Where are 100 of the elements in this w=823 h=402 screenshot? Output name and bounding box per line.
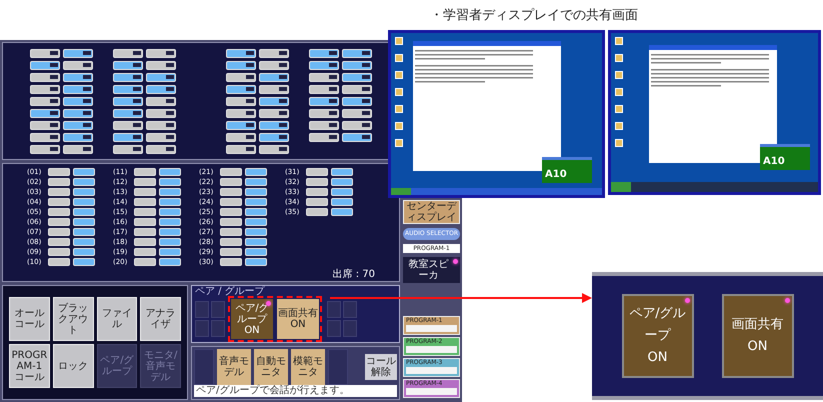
seat-tile[interactable] [63,73,93,82]
seat-tile[interactable] [342,109,372,118]
seat-tile[interactable] [245,258,267,266]
seat-tile[interactable] [331,188,353,196]
seat-tile[interactable] [220,208,242,216]
seat-tile[interactable] [30,85,60,94]
seat-tile[interactable] [245,228,267,236]
seat-tile[interactable] [134,178,156,186]
seat-tile[interactable] [134,228,156,236]
seat-tile[interactable] [63,145,93,154]
control-button[interactable]: ブラックアウト [52,297,94,341]
seat-tile[interactable] [306,168,328,176]
seat-tile[interactable] [113,61,143,70]
seat-tile[interactable] [48,198,70,206]
toggle-button[interactable]: 画面共有 ON [722,294,794,378]
seat-tile[interactable] [146,61,176,70]
seat-tile[interactable] [159,198,181,206]
seat-tile[interactable] [220,198,242,206]
seat-tile[interactable] [309,133,339,142]
seat-tile[interactable] [113,121,143,130]
seat-tile[interactable] [63,85,93,94]
seat-tile[interactable] [309,73,339,82]
seat-tile[interactable] [63,49,93,58]
seat-tile[interactable] [146,97,176,106]
seat-tile[interactable] [146,73,176,82]
seat-tile[interactable] [134,258,156,266]
seat-tile[interactable] [113,97,143,106]
program-value-field[interactable] [406,388,457,395]
seat-tile[interactable] [159,218,181,226]
seat-tile[interactable] [226,49,256,58]
control-button[interactable]: オールコール [9,297,50,341]
toggle-button[interactable]: 画面共有 ON [277,299,319,339]
program-value-field[interactable] [406,367,457,374]
seat-tile[interactable] [309,61,339,70]
seat-tile[interactable] [245,218,267,226]
toggle-button[interactable]: ペア/グループ ON [622,294,694,378]
seat-tile[interactable] [220,188,242,196]
seat-tile[interactable] [226,73,256,82]
seat-tile[interactable] [146,121,176,130]
seat-tile[interactable] [245,178,267,186]
seat-tile[interactable] [113,49,143,58]
seat-tile[interactable] [220,168,242,176]
seat-tile[interactable] [220,218,242,226]
speaker-button[interactable]: 教室スピーカ [403,257,460,283]
seat-tile[interactable] [245,188,267,196]
call-release-button[interactable]: コール解除 [365,354,397,380]
seat-tile[interactable] [226,133,256,142]
seat-tile[interactable] [220,248,242,256]
seat-tile[interactable] [113,145,143,154]
seat-tile[interactable] [146,49,176,58]
start-button[interactable] [391,188,411,195]
seat-tile[interactable] [226,61,256,70]
seat-tile[interactable] [48,238,70,246]
seat-tile[interactable] [259,49,289,58]
seat-tile[interactable] [306,188,328,196]
seat-tile[interactable] [146,145,176,154]
seat-tile[interactable] [342,121,372,130]
seat-tile[interactable] [306,198,328,206]
seat-tile[interactable] [48,228,70,236]
seat-tile[interactable] [73,178,95,186]
seat-tile[interactable] [134,198,156,206]
seat-tile[interactable] [226,145,256,154]
seat-tile[interactable] [159,228,181,236]
seat-tile[interactable] [259,97,289,106]
seat-tile[interactable] [245,208,267,216]
seat-tile[interactable] [48,218,70,226]
seat-tile[interactable] [342,73,372,82]
seat-tile[interactable] [30,73,60,82]
seat-tile[interactable] [113,85,143,94]
seat-tile[interactable] [73,188,95,196]
seat-tile[interactable] [146,133,176,142]
seat-tile[interactable] [48,208,70,216]
seat-tile[interactable] [30,145,60,154]
seat-tile[interactable] [245,168,267,176]
seat-tile[interactable] [159,208,181,216]
seat-tile[interactable] [73,258,95,266]
seat-tile[interactable] [48,248,70,256]
seat-tile[interactable] [342,133,372,142]
seat-tile[interactable] [342,97,372,106]
seat-tile[interactable] [134,168,156,176]
seat-tile[interactable] [113,109,143,118]
seat-tile[interactable] [259,133,289,142]
display-button[interactable]: センターディスプレイ [403,200,460,224]
seat-tile[interactable] [159,188,181,196]
seat-tile[interactable] [48,188,70,196]
seat-tile[interactable] [134,218,156,226]
seat-tile[interactable] [245,248,267,256]
seat-tile[interactable] [342,61,372,70]
seat-tile[interactable] [113,133,143,142]
seat-tile[interactable] [146,109,176,118]
seat-tile[interactable] [159,248,181,256]
seat-tile[interactable] [73,248,95,256]
seat-tile[interactable] [309,97,339,106]
seat-tile[interactable] [73,208,95,216]
seat-tile[interactable] [245,198,267,206]
seat-tile[interactable] [259,85,289,94]
seat-tile[interactable] [134,188,156,196]
control-button[interactable]: ロック [52,344,94,388]
function-button[interactable]: 自動モニタ [254,349,288,385]
seat-tile[interactable] [342,49,372,58]
